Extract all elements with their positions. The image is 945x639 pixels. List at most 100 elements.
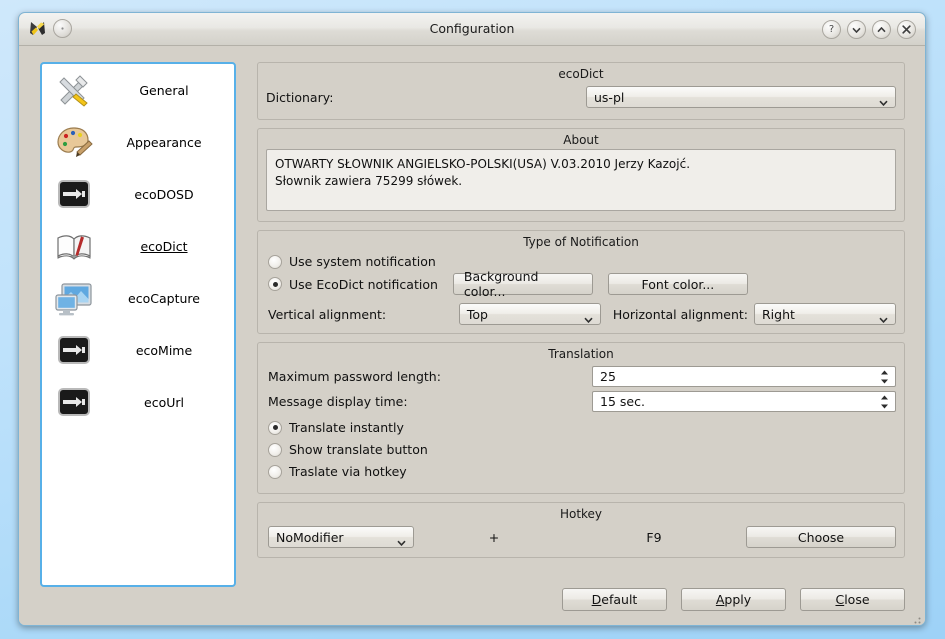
message-time-value: 15 sec. bbox=[600, 394, 645, 409]
dictionary-select[interactable]: us-pl bbox=[586, 86, 896, 108]
resize-grip[interactable] bbox=[910, 610, 922, 624]
minimize-button[interactable] bbox=[847, 20, 866, 39]
radio-use-system-notification[interactable]: Use system notification bbox=[258, 251, 904, 271]
plug-icon bbox=[54, 330, 94, 370]
hotkey-key-value: F9 bbox=[646, 529, 662, 545]
radio-label: Traslate via hotkey bbox=[289, 464, 407, 479]
radio-indicator bbox=[268, 420, 282, 435]
hotkey-plus-sign: + bbox=[488, 529, 500, 545]
alignment-row: Vertical alignment: Top Horizontal align… bbox=[258, 297, 904, 325]
sidebar-item-ecomime[interactable]: ecoMime bbox=[42, 324, 234, 376]
dictionary-value: us-pl bbox=[594, 89, 625, 105]
max-password-label: Maximum password length: bbox=[268, 369, 441, 384]
ecodict-group-title: ecoDict bbox=[558, 67, 604, 81]
title-bar: Configuration ? bbox=[19, 13, 925, 46]
apply-button[interactable]: Apply bbox=[681, 588, 786, 611]
radio-show-translate-button[interactable]: Show translate button bbox=[258, 440, 904, 462]
close-button-label: Close bbox=[835, 592, 870, 607]
horizontal-alignment-label: Horizontal alignment: bbox=[612, 306, 748, 322]
max-password-spinbox[interactable]: 25 bbox=[592, 366, 896, 387]
close-button-footer[interactable]: Close bbox=[800, 588, 905, 611]
spinner-arrows-icon[interactable] bbox=[879, 369, 890, 384]
about-line-1: OTWARTY SŁOWNIK ANGIELSKO-POLSKI(USA) V.… bbox=[275, 157, 691, 171]
chevron-down-icon bbox=[879, 94, 888, 107]
radio-label: Translate instantly bbox=[289, 420, 404, 435]
about-line-2: Słownik zawiera 75299 słówek. bbox=[275, 174, 463, 189]
vertical-alignment-value: Top bbox=[466, 306, 488, 322]
max-password-value: 25 bbox=[600, 369, 616, 384]
dictionary-label: Dictionary: bbox=[266, 89, 334, 105]
radio-indicator bbox=[268, 277, 282, 291]
book-icon bbox=[54, 226, 94, 266]
radio-indicator bbox=[268, 254, 282, 269]
radio-label: Use EcoDict notification bbox=[289, 276, 438, 292]
about-group: About OTWARTY SŁOWNIK ANGIELSKO-POLSKI(U… bbox=[257, 128, 905, 222]
plug-icon bbox=[54, 174, 94, 214]
vertical-alignment-label: Vertical alignment: bbox=[268, 306, 387, 322]
sidebar-item-label: ecoDict bbox=[140, 238, 188, 254]
settings-panel: ecoDict Dictionary: us-pl About OTWARTY … bbox=[257, 62, 905, 587]
dictionary-row: Dictionary: us-pl bbox=[258, 83, 904, 116]
radio-label: Use system notification bbox=[289, 254, 436, 269]
maximize-button[interactable] bbox=[872, 20, 891, 39]
dialog-button-bar: Default Apply Close bbox=[562, 588, 905, 611]
sidebar-item-label: ecoUrl bbox=[144, 394, 184, 410]
sidebar-item-label: Appearance bbox=[126, 134, 202, 150]
hotkey-modifier-select[interactable]: NoModifier bbox=[268, 526, 414, 548]
chevron-down-icon bbox=[584, 311, 593, 324]
about-group-title: About bbox=[563, 133, 599, 147]
horizontal-alignment-select[interactable]: Right bbox=[754, 303, 896, 325]
ecodict-group: ecoDict Dictionary: us-pl bbox=[257, 62, 905, 120]
chevron-down-icon bbox=[879, 311, 888, 324]
monitor-icon bbox=[54, 278, 94, 318]
sidebar-item-ecourl[interactable]: ecoUrl bbox=[42, 376, 234, 428]
window-body: General Appearance ecoDOSD ecoDict ecoCa… bbox=[19, 46, 925, 625]
radio-use-ecodict-notification[interactable]: Use EcoDict notification Background colo… bbox=[258, 269, 904, 299]
message-time-label: Message display time: bbox=[268, 394, 408, 409]
tools-icon bbox=[54, 70, 94, 110]
notification-group: Type of Notification Use system notifica… bbox=[257, 230, 905, 334]
horizontal-alignment-value: Right bbox=[762, 306, 795, 322]
radio-indicator bbox=[268, 464, 282, 479]
sidebar-item-ecodict[interactable]: ecoDict bbox=[42, 220, 234, 272]
translation-group-title: Translation bbox=[548, 347, 614, 361]
about-text-box: OTWARTY SŁOWNIK ANGIELSKO-POLSKI(USA) V.… bbox=[266, 149, 896, 211]
default-button-label: Default bbox=[591, 592, 638, 607]
sidebar-item-ecodosd[interactable]: ecoDOSD bbox=[42, 168, 234, 220]
default-button[interactable]: Default bbox=[562, 588, 667, 611]
hotkey-modifier-value: NoModifier bbox=[276, 529, 344, 545]
palette-icon bbox=[54, 122, 94, 162]
max-password-row: Maximum password length: 25 bbox=[258, 363, 904, 391]
help-button[interactable]: ? bbox=[822, 20, 841, 39]
sidebar-item-label: General bbox=[139, 82, 189, 98]
window-title: Configuration bbox=[429, 21, 515, 36]
choose-hotkey-button[interactable]: Choose bbox=[746, 526, 896, 548]
font-color-button[interactable]: Font color... bbox=[607, 273, 748, 295]
settings-category-list[interactable]: General Appearance ecoDOSD ecoDict ecoCa… bbox=[40, 62, 236, 587]
spinner-arrows-icon[interactable] bbox=[879, 394, 890, 409]
radio-translate-via-hotkey[interactable]: Traslate via hotkey bbox=[258, 462, 904, 481]
chevron-down-icon bbox=[397, 534, 406, 547]
plug-icon bbox=[54, 382, 94, 422]
title-bar-right-controls: ? bbox=[822, 20, 916, 39]
sidebar-item-label: ecoDOSD bbox=[134, 186, 194, 202]
background-color-button[interactable]: Background color... bbox=[452, 269, 593, 299]
close-button[interactable] bbox=[897, 20, 916, 39]
hotkey-row: NoModifier + F9 Choose bbox=[258, 523, 904, 548]
radio-label: Show translate button bbox=[289, 442, 428, 457]
message-time-row: Message display time: 15 sec. bbox=[258, 391, 904, 418]
translation-group: Translation Maximum password length: 25 bbox=[257, 342, 905, 494]
radio-translate-instantly[interactable]: Translate instantly bbox=[258, 418, 904, 440]
message-time-spinbox[interactable]: 15 sec. bbox=[592, 391, 896, 412]
sidebar-item-general[interactable]: General bbox=[42, 64, 234, 116]
apply-button-label: Apply bbox=[715, 592, 752, 607]
notification-group-title: Type of Notification bbox=[523, 235, 639, 249]
hotkey-group-title: Hotkey bbox=[559, 507, 603, 521]
sidebar-item-label: ecoMime bbox=[135, 342, 193, 358]
sidebar-item-appearance[interactable]: Appearance bbox=[42, 116, 234, 168]
sidebar-item-label: ecoCapture bbox=[128, 290, 200, 306]
configuration-window: Configuration ? General Appearance ecoDO… bbox=[18, 12, 926, 626]
sidebar-item-ecocapture[interactable]: ecoCapture bbox=[42, 272, 234, 324]
hotkey-group: Hotkey NoModifier + F9 Choose bbox=[257, 502, 905, 558]
vertical-alignment-select[interactable]: Top bbox=[458, 303, 601, 325]
